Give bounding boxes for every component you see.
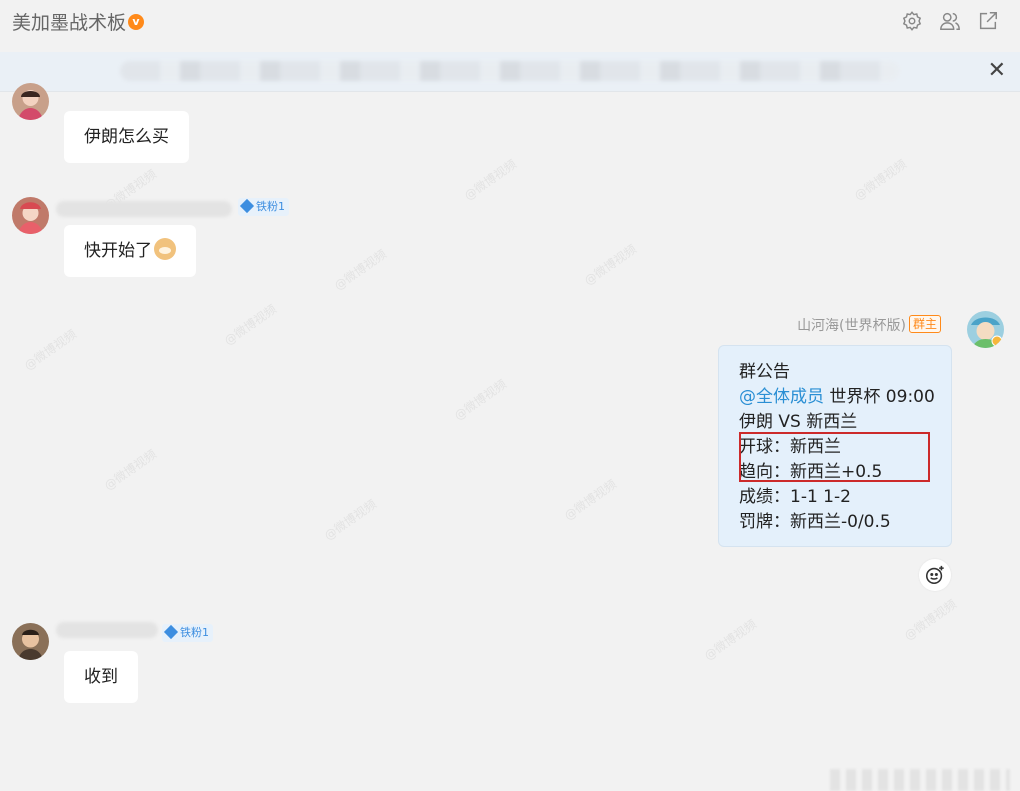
group-name: 美加墨战术板	[12, 12, 127, 34]
add-reaction-icon[interactable]	[919, 559, 951, 591]
group-title: 美加墨战术板 v	[12, 8, 145, 35]
announcement-line: 成绩：1-1 1-2	[739, 487, 851, 507]
close-icon[interactable]: ✕	[988, 60, 1006, 82]
avatar[interactable]	[12, 623, 49, 660]
message-text: 快开始了	[84, 241, 152, 261]
message-bubble[interactable]: 伊朗怎么买	[64, 111, 189, 163]
fan-level-badge: 铁粉1	[162, 624, 213, 642]
gear-icon[interactable]	[900, 9, 924, 33]
announcement-line: @全体成员 世界杯 09:00	[739, 387, 935, 407]
pinned-notice-bar[interactable]: ✕	[0, 52, 1020, 92]
avatar[interactable]	[12, 83, 49, 120]
doge-emoji-icon	[154, 238, 176, 260]
sender-name-blurred	[56, 201, 232, 217]
announcement-title: 群公告	[739, 362, 790, 382]
message-bubble[interactable]: 快开始了	[64, 225, 196, 277]
announcement-line: 罚牌：新西兰-0/0.5	[739, 512, 891, 532]
blurred-notice-text	[120, 61, 900, 81]
blurred-watermark	[830, 769, 1010, 791]
group-members-icon[interactable]	[938, 9, 962, 33]
verified-badge-icon: v	[128, 13, 145, 30]
mention-all-link[interactable]: @全体成员	[739, 387, 824, 407]
avatar[interactable]	[12, 197, 49, 234]
sender-name-blurred	[56, 622, 158, 638]
sender-name[interactable]: 山河海(世界杯版)	[797, 315, 906, 335]
highlight-box	[739, 432, 930, 482]
owner-role-badge: 群主	[908, 315, 941, 333]
message-bubble[interactable]: 收到	[64, 651, 138, 703]
window-header: 美加墨战术板 v	[0, 0, 1020, 44]
avatar[interactable]	[967, 311, 1004, 348]
header-actions	[900, 9, 1000, 33]
fan-level-badge: 铁粉1	[238, 198, 289, 216]
external-open-icon[interactable]	[976, 9, 1000, 33]
group-announcement-card[interactable]: 群公告 @全体成员 世界杯 09:00 伊朗 VS 新西兰 开球：新西兰 趋向：…	[718, 345, 952, 547]
chat-area[interactable]: @微博视频 @微博视频 @微博视频 @微博视频 @微博视频 @微博视频 @微博视…	[0, 83, 1020, 791]
